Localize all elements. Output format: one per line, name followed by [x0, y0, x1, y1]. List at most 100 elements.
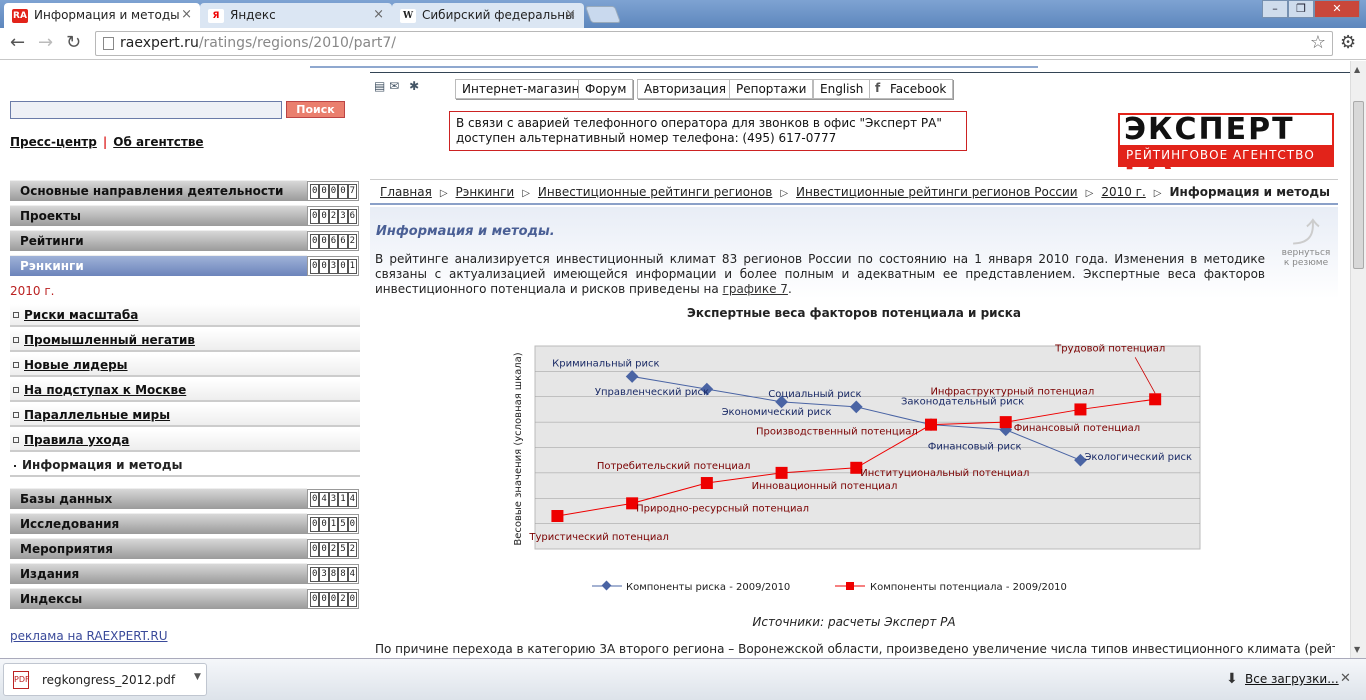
- chevron-right-icon: ▷: [522, 188, 530, 199]
- potential-point: [551, 510, 564, 523]
- breadcrumb-rankings[interactable]: Рэнкинги: [456, 185, 515, 199]
- mail-icon[interactable]: ✉: [389, 79, 399, 93]
- subitem-link[interactable]: На подступах к Москве: [24, 383, 186, 397]
- bullet-icon: [13, 337, 19, 343]
- breadcrumb-russia-ratings[interactable]: Инвестиционные рейтинги регионов России: [796, 185, 1078, 199]
- subitem-risks-scale[interactable]: Риски масштаба: [10, 304, 360, 327]
- breadcrumb-home[interactable]: Главная: [380, 185, 432, 199]
- point-label: Инфраструктурный потенциал: [930, 386, 1094, 397]
- reports-button[interactable]: Репортажи: [729, 79, 814, 99]
- counter-digit: 0: [319, 209, 329, 224]
- close-icon[interactable]: ×: [565, 7, 576, 22]
- back-to-summary-button[interactable]: ⤴ вернуться к резюме: [1280, 218, 1332, 269]
- potential-point: [999, 416, 1012, 429]
- subitem-link[interactable]: Риски масштаба: [24, 308, 138, 322]
- point-label: Природно-ресурсный потенциал: [636, 503, 809, 514]
- site-search-input[interactable]: [10, 101, 282, 119]
- new-tab-button[interactable]: [584, 6, 622, 23]
- chart7-link[interactable]: графике 7: [723, 282, 788, 296]
- counter-digit: 4: [347, 567, 358, 582]
- back-arrow-icon[interactable]: ←: [10, 32, 25, 53]
- menu-item-label: Издания: [20, 567, 80, 581]
- tab-title: Яндекс: [230, 8, 276, 22]
- menu-item-rankings[interactable]: Рэнкинги: [10, 255, 307, 276]
- subitem-moscow-approach[interactable]: На подступах к Москве: [10, 379, 360, 402]
- chevron-down-icon[interactable]: ▼: [194, 672, 201, 682]
- counter-digit: 5: [338, 542, 348, 557]
- scroll-down-icon[interactable]: ▼: [1354, 645, 1360, 654]
- tab-yandex[interactable]: Я Яндекс ×: [200, 3, 392, 28]
- breadcrumb-year[interactable]: 2010 г.: [1101, 185, 1145, 199]
- bookmark-star-icon[interactable]: ☆: [1310, 32, 1326, 53]
- all-downloads-link[interactable]: Все загрузки...: [1245, 672, 1339, 686]
- login-button[interactable]: Авторизация: [637, 79, 733, 99]
- close-icon[interactable]: ×: [373, 7, 384, 22]
- close-icon[interactable]: ×: [181, 7, 192, 22]
- search-button[interactable]: Поиск: [286, 101, 345, 118]
- forward-arrow-icon[interactable]: →: [38, 32, 53, 53]
- about-agency-link[interactable]: Об агентстве: [113, 135, 203, 149]
- point-label: Экономический риск: [722, 407, 832, 418]
- tab-title: Информация и методы: [34, 8, 180, 22]
- menu-item-indexes[interactable]: Индексы: [10, 588, 307, 609]
- counter-digit: 3: [338, 209, 348, 224]
- top-divider-dark: [370, 72, 1350, 73]
- reload-icon[interactable]: ↻: [66, 32, 81, 53]
- tab-information-methods[interactable]: RA Информация и методы ×: [4, 3, 200, 28]
- counter-digit: 6: [347, 209, 358, 224]
- menu-item-label: Проекты: [20, 209, 81, 223]
- maximize-icon[interactable]: ❐: [1288, 0, 1314, 18]
- counter-digit: 4: [319, 492, 329, 507]
- scroll-up-icon[interactable]: ▲: [1354, 65, 1360, 74]
- menu-item-research[interactable]: Исследования: [10, 513, 307, 534]
- forum-button[interactable]: Форум: [578, 79, 634, 99]
- counter-digit: 8: [338, 567, 348, 582]
- counter-digit: 0: [319, 542, 329, 557]
- menu-item-events[interactable]: Мероприятия: [10, 538, 307, 559]
- intro-paragraph: В рейтинге анализируется инвестиционный …: [375, 252, 1265, 297]
- breadcrumb-regional-ratings[interactable]: Инвестиционные рейтинги регионов: [538, 185, 772, 199]
- body-paragraph: По причине перехода в категорию 3А второ…: [375, 642, 1335, 656]
- counter-digit: 0: [310, 517, 320, 532]
- subitem-link[interactable]: Промышленный негатив: [24, 333, 195, 347]
- address-bar[interactable]: raexpert.ru/ratings/regions/2010/part7/ …: [95, 31, 1333, 56]
- rss-icon[interactable]: ▤: [374, 79, 385, 93]
- subitem-parallel-worlds[interactable]: Параллельные миры: [10, 404, 360, 427]
- close-icon[interactable]: ✕: [1340, 671, 1351, 686]
- phone-alert: В связи с аварией телефонного оператора …: [449, 111, 967, 151]
- print-icon[interactable]: ✱: [409, 79, 419, 93]
- shop-button[interactable]: Интернет-магазин: [455, 79, 587, 99]
- window-close-icon[interactable]: ✕: [1314, 0, 1360, 18]
- weights-chart: Криминальный риск Управленческий риск Экон…: [513, 343, 1201, 593]
- vertical-scrollbar[interactable]: ▲ ▼: [1350, 61, 1366, 658]
- subitem-exit-rules[interactable]: Правила ухода: [10, 429, 360, 452]
- press-center-link[interactable]: Пресс-центр: [10, 135, 97, 149]
- tab-wikipedia[interactable]: W Сибирский федеральны ×: [392, 3, 584, 28]
- menu-item-databases[interactable]: Базы данных: [10, 488, 307, 509]
- scrollbar-thumb[interactable]: [1353, 101, 1364, 269]
- menu-item-publications[interactable]: Издания: [10, 563, 307, 584]
- facebook-button[interactable]: f Facebook: [869, 79, 954, 99]
- subitem-new-leaders[interactable]: Новые лидеры: [10, 354, 360, 377]
- menu-item-label: Мероприятия: [20, 542, 113, 556]
- subitem-link[interactable]: Параллельные миры: [24, 408, 170, 422]
- advertising-link[interactable]: реклама на RAEXPERT.RU: [10, 629, 168, 643]
- chevron-right-icon: ▷: [1153, 188, 1162, 199]
- subitem-link[interactable]: Правила ухода: [24, 433, 129, 447]
- subitem-industrial-negative[interactable]: Промышленный негатив: [10, 329, 360, 352]
- wrench-menu-icon[interactable]: ⚙: [1340, 32, 1356, 53]
- menu-item-main-activities[interactable]: Основные направления деятельности: [10, 180, 307, 201]
- english-button[interactable]: English: [813, 79, 871, 99]
- counter-digit: 1: [347, 259, 358, 274]
- counter-digit: 0: [310, 567, 320, 582]
- counter-digit: 0: [347, 592, 358, 607]
- expert-ra-logo[interactable]: ЭКСПЕРТ РА РЕЙТИНГОВОЕ АГЕНТСТВО: [1118, 113, 1334, 175]
- subitem-link[interactable]: Новые лидеры: [24, 358, 128, 372]
- menu-item-projects[interactable]: Проекты: [10, 205, 307, 226]
- bullet-icon: [13, 412, 19, 418]
- minimize-icon[interactable]: –: [1262, 0, 1288, 18]
- download-item[interactable]: PDF regkongress_2012.pdf ▼: [3, 663, 207, 696]
- page-icon: [103, 37, 114, 50]
- menu-item-ratings[interactable]: Рейтинги: [10, 230, 307, 251]
- logo-subtitle: РЕЙТИНГОВОЕ АГЕНТСТВО: [1126, 148, 1315, 162]
